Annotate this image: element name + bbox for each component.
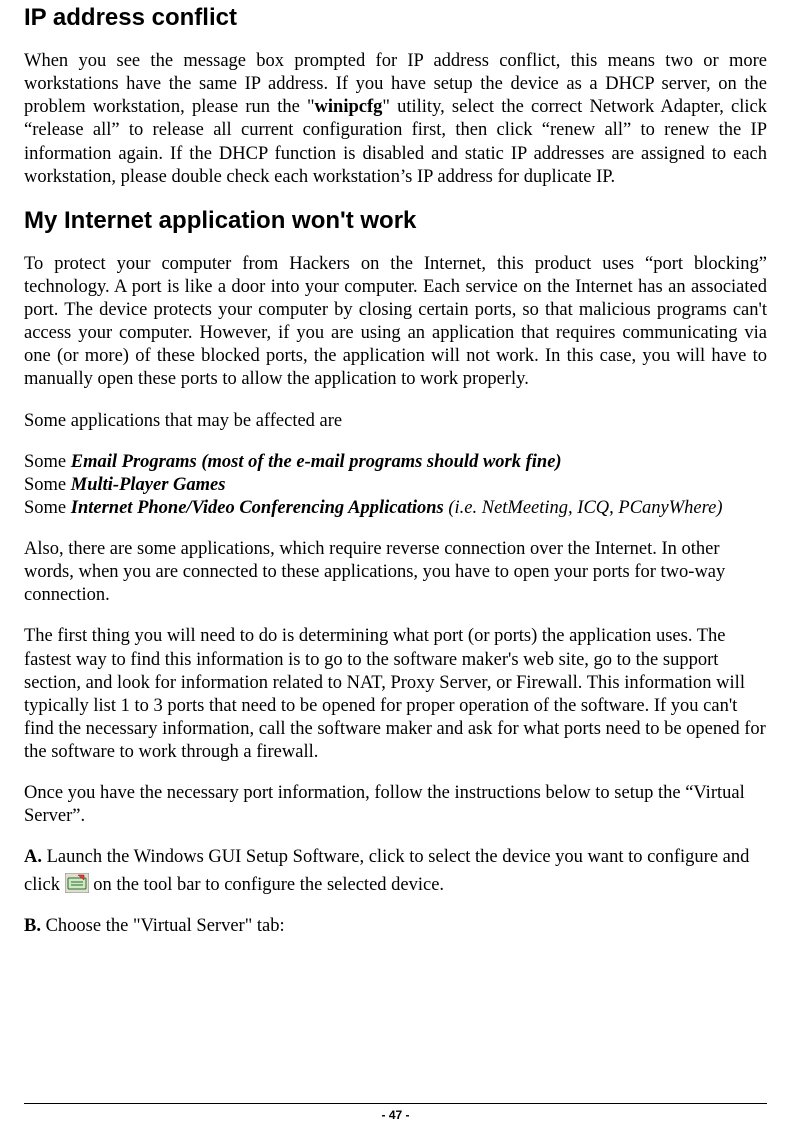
step-a-label: A. [24,847,42,867]
step-b-text: Choose the "Virtual Server" tab: [41,916,285,936]
page: IP address conflict When you see the mes… [0,0,791,1134]
step-b: B. Choose the "Virtual Server" tab: [24,915,767,938]
paragraph-port-blocking: To protect your computer from Hackers on… [24,253,767,392]
list-item-tail: (i.e. NetMeeting, ICQ, PCanyWhere) [444,498,723,518]
footer-rule [24,1103,767,1104]
list-item-strong: Multi-Player Games [71,475,226,495]
list-item-strong: Email Programs (most of the e-mail progr… [71,452,562,472]
command-winipcfg: winipcfg [315,97,383,117]
paragraph-reverse-connection: Also, there are some applications, which… [24,538,767,607]
page-number: - 47 - [24,1108,767,1122]
step-a: A. Launch the Windows GUI Setup Software… [24,846,767,896]
list-item-prefix: Some [24,475,71,495]
page-footer: - 47 - [24,1103,767,1122]
list-item: Some Email Programs (most of the e-mail … [24,451,767,474]
paragraph-ip-conflict: When you see the message box prompted fo… [24,50,767,189]
list-item-prefix: Some [24,452,71,472]
toolbar-configure-icon [65,873,89,900]
paragraph-find-ports: The first thing you will need to do is d… [24,625,767,764]
list-item-strong: Internet Phone/Video Conferencing Applic… [71,498,444,518]
list-item: Some Multi-Player Games [24,474,767,497]
affected-list: Some Email Programs (most of the e-mail … [24,451,767,520]
affected-intro: Some applications that may be affected a… [24,410,767,433]
list-item-prefix: Some [24,498,71,518]
step-b-label: B. [24,916,41,936]
step-a-text-2: on the tool bar to configure the selecte… [89,875,444,895]
paragraph-follow-instructions: Once you have the necessary port informa… [24,782,767,828]
list-item: Some Internet Phone/Video Conferencing A… [24,497,767,520]
heading-app-wont-work: My Internet application won't work [24,207,767,235]
heading-ip-conflict: IP address conflict [24,4,767,32]
